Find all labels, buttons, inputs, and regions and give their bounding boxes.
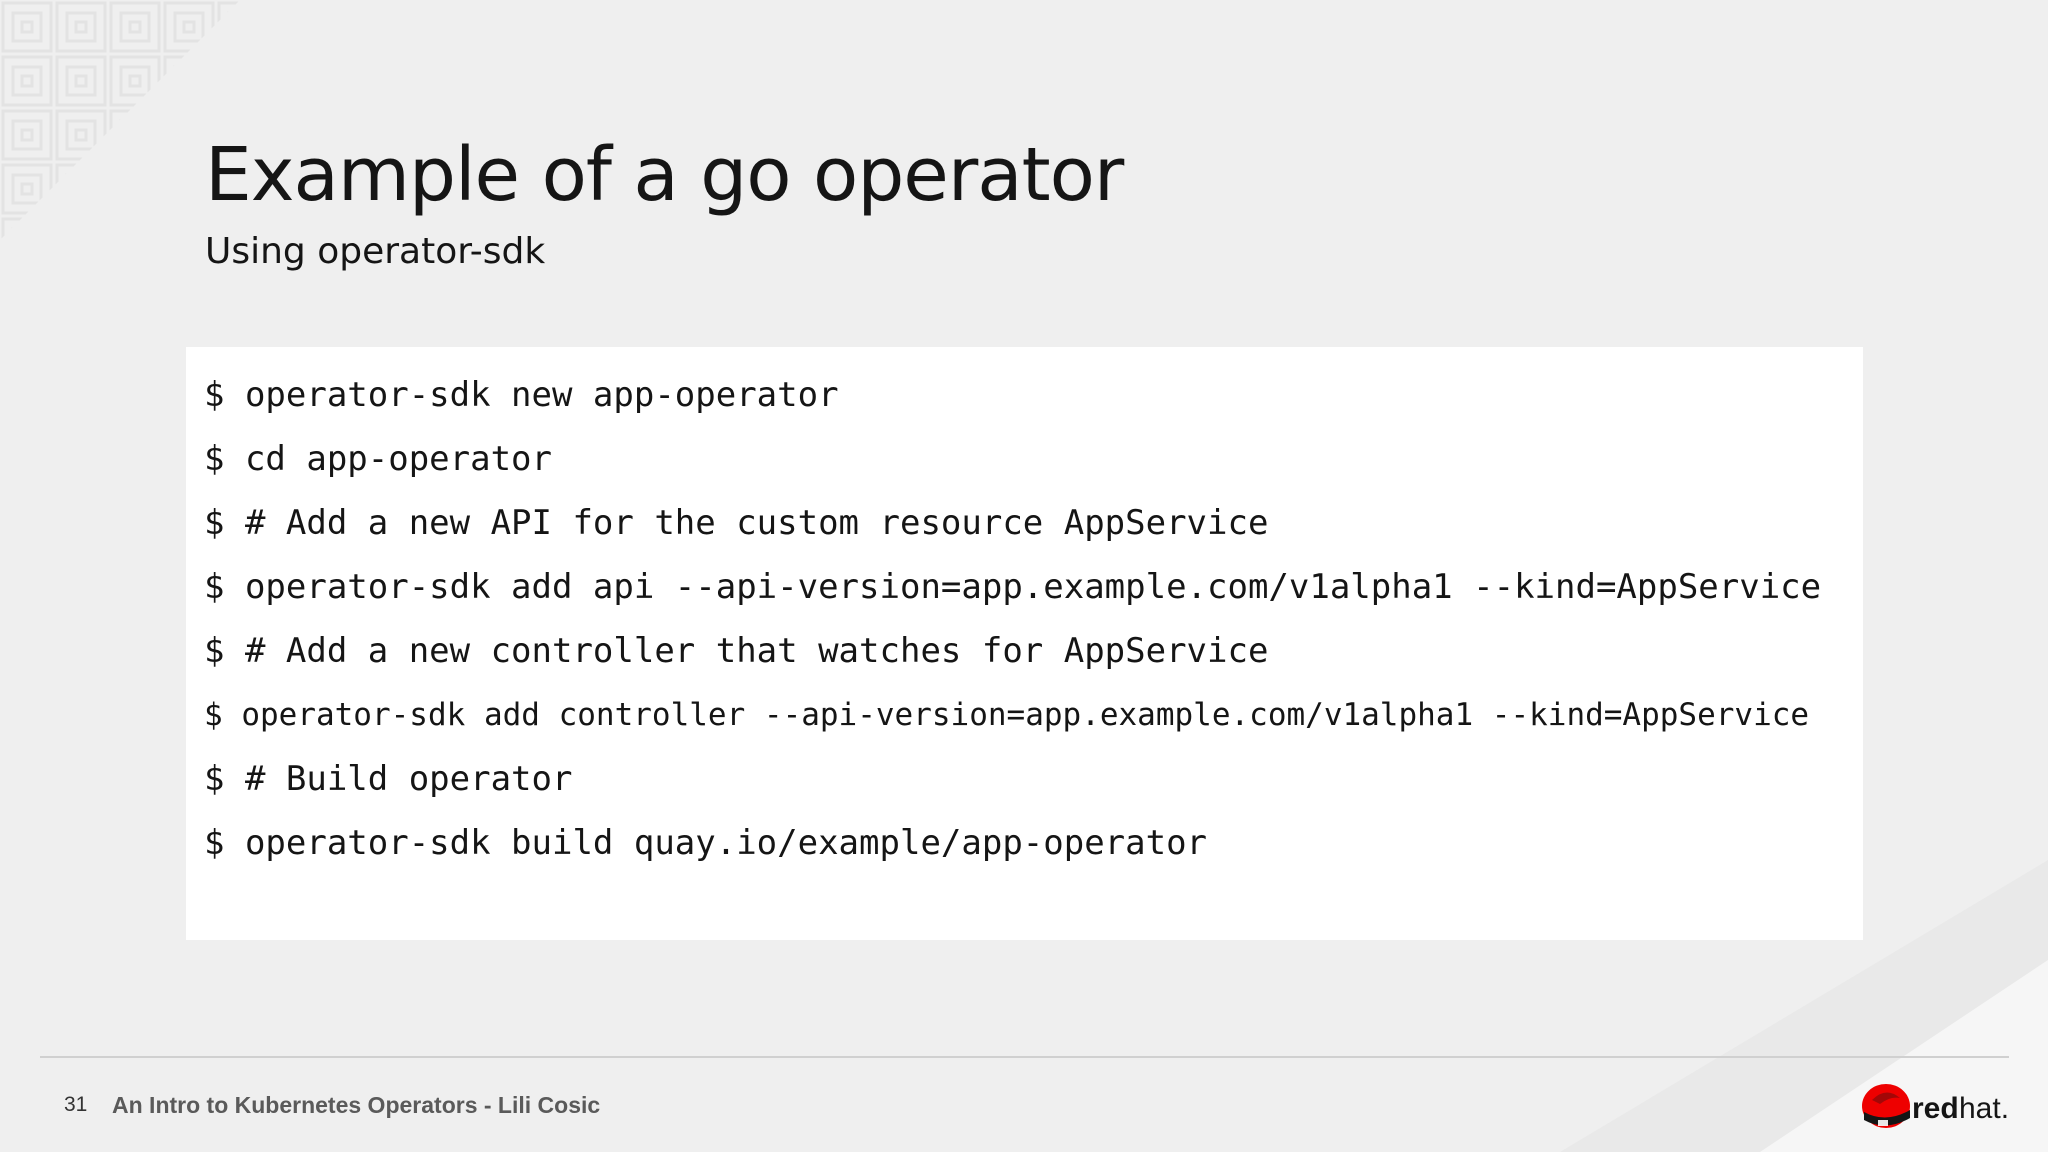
code-line: $ operator-sdk add controller --api-vers… <box>204 697 1810 733</box>
slide-subtitle: Using operator-sdk <box>205 231 546 272</box>
code-line: $ # Build operator <box>204 759 573 799</box>
code-line: $ # Add a new controller that watches fo… <box>204 631 1269 671</box>
slide-title: Example of a go operator <box>205 132 1124 218</box>
code-line: $ # Add a new API for the custom resourc… <box>204 503 1269 543</box>
code-line: $ cd app-operator <box>204 439 552 479</box>
code-block: $ operator-sdk new app-operator $ cd app… <box>186 347 1863 940</box>
code-line: $ operator-sdk build quay.io/example/app… <box>204 823 1208 863</box>
redhat-logo: red hat. <box>1862 1084 2009 1128</box>
footer-caption: An Intro to Kubernetes Operators - Lili … <box>112 1092 601 1118</box>
logo-wordmark-red: red <box>1912 1092 1959 1125</box>
shadowman-icon <box>1862 1084 1910 1128</box>
footer-divider <box>40 1056 2009 1058</box>
page-number: 31 <box>64 1093 88 1116</box>
code-line: $ operator-sdk add api --api-version=app… <box>204 567 1822 607</box>
code-line: $ operator-sdk new app-operator <box>204 375 839 415</box>
logo-wordmark-hat: hat. <box>1959 1092 2009 1125</box>
